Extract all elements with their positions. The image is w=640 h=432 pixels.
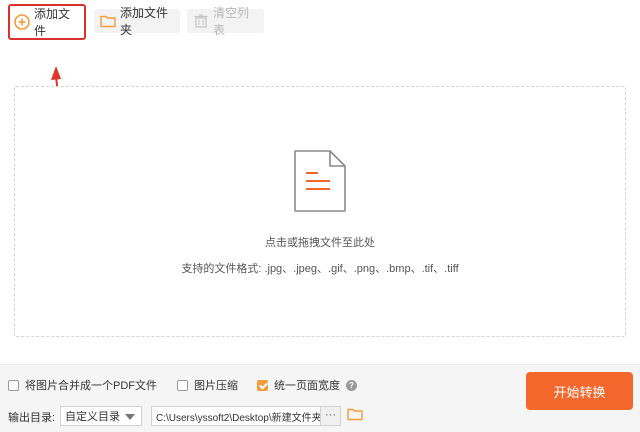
merge-pdf-label: 将图片合并成一个PDF文件 xyxy=(25,380,157,392)
unify-width-option[interactable]: 统一页面宽度 ? xyxy=(257,377,357,393)
dropzone-hint: 点击或拖拽文件至此处 xyxy=(265,237,375,249)
compress-option[interactable]: 图片压缩 xyxy=(177,377,238,393)
output-mode-select[interactable]: 自定义目录 xyxy=(60,406,142,426)
clear-list-button[interactable]: 清空列表 xyxy=(187,6,264,37)
clear-list-label: 清空列表 xyxy=(213,6,250,37)
output-path-field[interactable]: C:\Users\yssoft2\Desktop\新建文件夹\ ··· xyxy=(151,406,341,426)
add-folder-label: 添加文件夹 xyxy=(120,6,169,37)
add-file-label: 添加文件 xyxy=(34,7,71,38)
unify-width-checkbox[interactable] xyxy=(257,379,268,391)
clear-list-icon xyxy=(193,14,209,28)
caret-down-icon xyxy=(125,414,135,420)
browse-button[interactable]: ··· xyxy=(320,407,340,425)
compress-label: 图片压缩 xyxy=(194,380,238,392)
toolbar: 添加文件 添加文件夹 清空列表 xyxy=(0,0,640,44)
supported-formats: 支持的文件格式: .jpg、.jpeg、.gif、.png、.bmp、.tif、… xyxy=(181,263,459,275)
output-path-value: C:\Users\yssoft2\Desktop\新建文件夹\ xyxy=(156,412,320,424)
add-folder-button[interactable]: 添加文件夹 xyxy=(94,6,180,37)
open-folder-icon[interactable] xyxy=(347,407,363,424)
help-icon[interactable]: ? xyxy=(346,379,357,391)
document-icon xyxy=(292,148,348,217)
merge-pdf-checkbox[interactable] xyxy=(8,379,19,391)
output-mode-value: 自定义目录 xyxy=(65,411,120,423)
merge-pdf-option[interactable]: 将图片合并成一个PDF文件 xyxy=(8,377,157,393)
folder-icon xyxy=(100,14,116,28)
output-dir-label: 输出目录: xyxy=(8,412,56,424)
compress-checkbox[interactable] xyxy=(177,379,188,391)
unify-width-label: 统一页面宽度 xyxy=(274,380,340,392)
start-convert-button[interactable]: 开始转换 xyxy=(526,372,633,410)
add-file-button[interactable]: 添加文件 xyxy=(8,4,86,40)
plus-circle-icon xyxy=(14,14,30,30)
